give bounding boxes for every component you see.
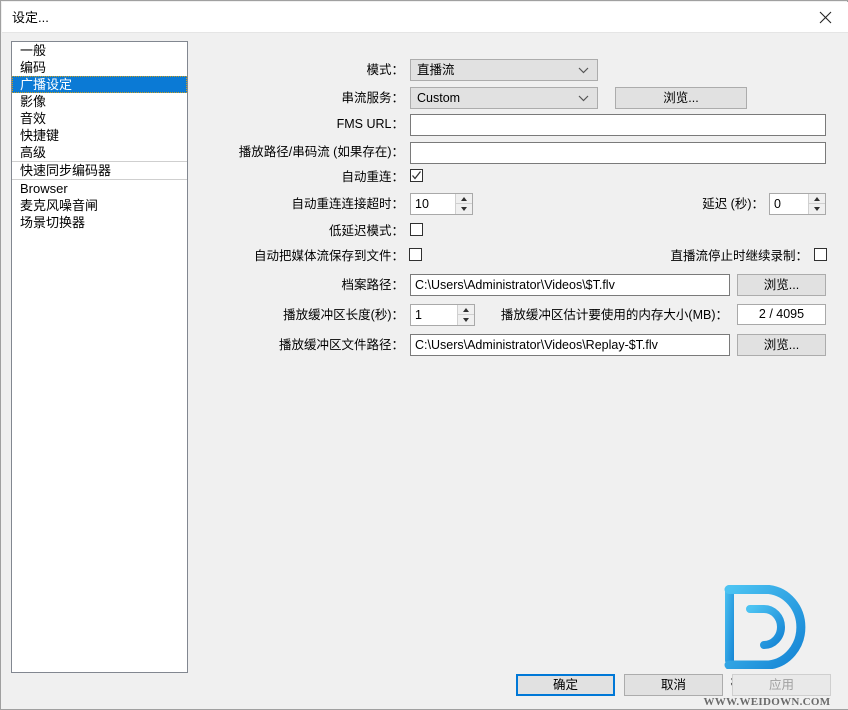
fms-url-input[interactable]	[410, 114, 826, 136]
stepper-down-icon[interactable]	[456, 204, 472, 214]
file-path-browse-button[interactable]: 浏览...	[737, 274, 826, 296]
stepper-down-icon[interactable]	[809, 204, 825, 214]
chevron-down-icon	[578, 88, 589, 108]
ok-button[interactable]: 确定	[516, 674, 615, 696]
sidebar-item-label: 广播设定	[20, 77, 73, 92]
stream-service-browse-button[interactable]: 浏览...	[615, 87, 747, 109]
fms-url-label: FMS URL：	[336, 117, 404, 131]
window-title: 设定...	[12, 10, 49, 25]
close-icon[interactable]	[802, 2, 848, 32]
apply-button: 应用	[732, 674, 831, 696]
buffer-length-label: 播放缓冲区长度(秒)：	[283, 308, 404, 322]
sidebar-item-broadcast[interactable]: 广播设定	[12, 76, 187, 93]
sidebar-item-label: 快速同步编码器	[20, 163, 112, 178]
buffer-length-stepper[interactable]: 1	[410, 304, 475, 326]
reconnect-timeout-label: 自动重连连接超时：	[291, 197, 404, 211]
sidebar-item-label: 快捷键	[20, 128, 60, 143]
stream-service-select[interactable]: Custom	[410, 87, 598, 109]
broadcast-settings-form: 模式： 直播流 串流服务： Custom 浏览... FMS URL： 播放路径…	[192, 33, 848, 710]
buffer-file-path-label: 播放缓冲区文件路径：	[278, 338, 404, 352]
delay-seconds-label: 延迟 (秒)：	[702, 197, 764, 211]
chevron-down-icon	[578, 60, 589, 80]
sidebar-item-hotkeys[interactable]: 快捷键	[12, 127, 187, 144]
sidebar-item-scene-switcher[interactable]: 场景切换器	[12, 214, 187, 231]
sidebar-item-label: 编码	[20, 60, 47, 75]
auto-save-stream-label: 自动把媒体流保存到文件：	[253, 249, 404, 263]
stream-service-select-value: Custom	[417, 91, 461, 105]
sidebar-item-label: 一般	[20, 43, 47, 58]
stepper-up-icon[interactable]	[458, 305, 474, 315]
play-path-label: 播放路径/串码流 (如果存在)：	[238, 145, 404, 159]
sidebar-item-label: 场景切换器	[20, 215, 86, 230]
sidebar-item-mic-noise-gate[interactable]: 麦克风噪音闸	[12, 197, 187, 214]
low-latency-label: 低延迟模式：	[328, 224, 404, 238]
stepper-up-icon[interactable]	[809, 194, 825, 204]
sidebar-item-audio[interactable]: 音效	[12, 110, 187, 127]
play-path-input[interactable]	[410, 142, 826, 164]
buffer-memory-value: 2 / 4095	[737, 304, 826, 325]
sidebar-item-label: 麦克风噪音闸	[20, 198, 99, 213]
sidebar-item-video[interactable]: 影像	[12, 93, 187, 110]
buffer-length-value: 1	[415, 308, 422, 322]
buffer-file-path-browse-button[interactable]: 浏览...	[737, 334, 826, 356]
low-latency-checkbox[interactable]	[410, 223, 423, 236]
stream-service-label: 串流服务：	[341, 91, 404, 105]
delay-seconds-stepper[interactable]: 0	[769, 193, 826, 215]
settings-category-list[interactable]: 一般 编码 广播设定 影像 音效 快捷键 高级 快速同步编码器 Browser …	[11, 41, 188, 673]
sidebar-item-label: Browser	[20, 181, 68, 196]
title-bar: 设定...	[2, 2, 848, 32]
auto-save-stream-checkbox[interactable]	[409, 248, 422, 261]
sidebar-item-encoding[interactable]: 编码	[12, 59, 187, 76]
sidebar-item-label: 音效	[20, 111, 47, 126]
keep-recording-checkbox[interactable]	[814, 248, 827, 261]
auto-reconnect-checkbox[interactable]	[410, 169, 423, 182]
delay-seconds-value: 0	[774, 197, 781, 211]
buffer-memory-label: 播放缓冲区估计要使用的内存大小(MB)：	[500, 308, 728, 322]
stepper-arrows[interactable]	[808, 194, 825, 214]
sidebar-item-browser[interactable]: Browser	[12, 179, 187, 197]
buffer-file-path-input[interactable]: C:\Users\Administrator\Videos\Replay-$T.…	[410, 334, 730, 356]
dialog-client-area: 一般 编码 广播设定 影像 音效 快捷键 高级 快速同步编码器 Browser …	[2, 32, 848, 709]
sidebar-item-quicksync[interactable]: 快速同步编码器	[12, 161, 187, 179]
auto-reconnect-label: 自动重连：	[341, 170, 404, 184]
file-path-label: 档案路径：	[341, 278, 404, 292]
stepper-arrows[interactable]	[455, 194, 472, 214]
reconnect-timeout-value: 10	[415, 197, 429, 211]
mode-select-value: 直播流	[417, 63, 455, 77]
sidebar-item-label: 高级	[20, 145, 47, 160]
mode-label: 模式：	[366, 63, 404, 77]
stepper-arrows[interactable]	[457, 305, 474, 325]
reconnect-timeout-stepper[interactable]: 10	[410, 193, 473, 215]
keep-recording-label: 直播流停止时继续录制：	[670, 249, 808, 263]
stepper-down-icon[interactable]	[458, 315, 474, 325]
sidebar-item-advanced[interactable]: 高级	[12, 144, 187, 161]
sidebar-item-general[interactable]: 一般	[12, 42, 187, 59]
mode-select[interactable]: 直播流	[410, 59, 598, 81]
stepper-up-icon[interactable]	[456, 194, 472, 204]
sidebar-item-label: 影像	[20, 94, 47, 109]
file-path-input[interactable]: C:\Users\Administrator\Videos\$T.flv	[410, 274, 730, 296]
settings-dialog-window: 设定... 一般 编码 广播设定 影像 音效 快捷键 高级 快速同步编码器 Br…	[0, 0, 848, 710]
cancel-button[interactable]: 取消	[624, 674, 723, 696]
